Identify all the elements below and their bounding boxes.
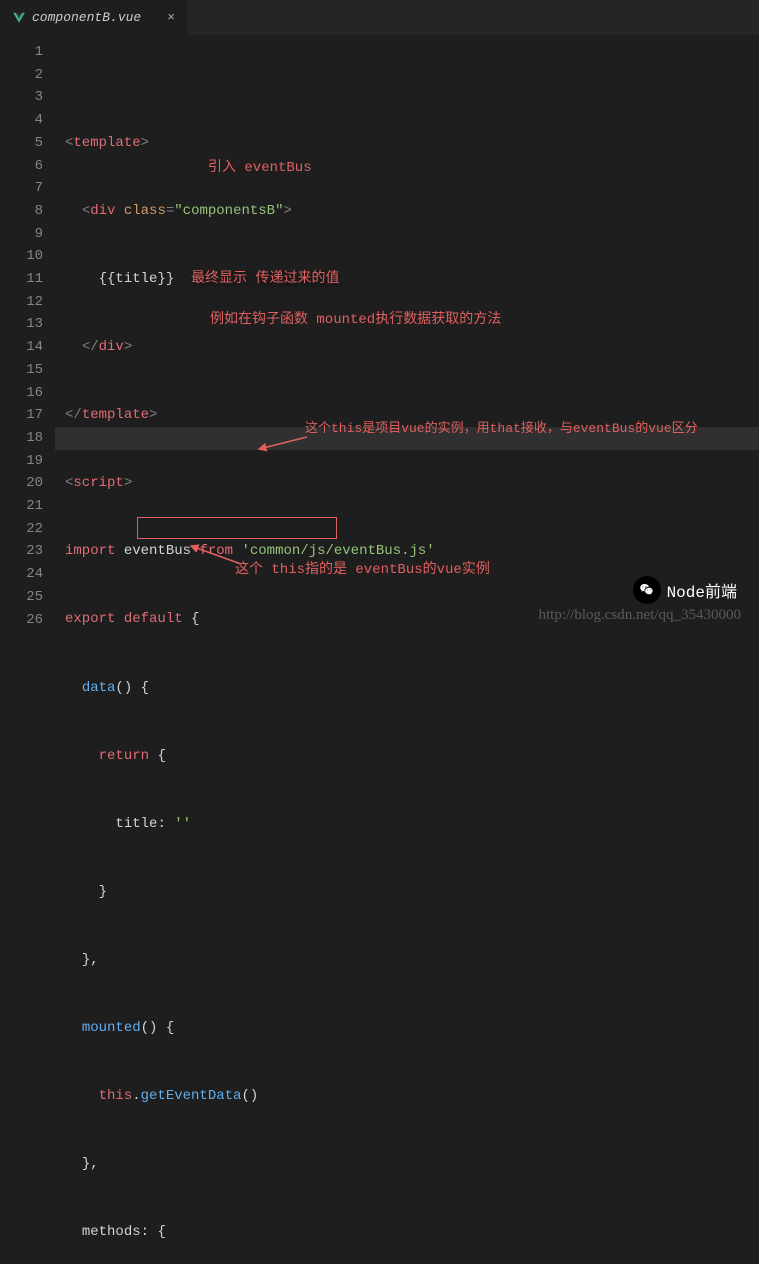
tab-bar: componentB.vue × (0, 0, 759, 35)
close-icon[interactable]: × (167, 10, 175, 25)
annotation-import-eventbus: 引入 eventBus (208, 157, 312, 180)
line-gutter: 1234567891011121314151617181920212223242… (0, 35, 55, 632)
code-content[interactable]: <template> <div class="componentsB"> {{t… (55, 35, 759, 632)
file-tab[interactable]: componentB.vue × (0, 0, 187, 35)
wechat-badge: Node前端 (633, 576, 737, 604)
badge-text: Node前端 (667, 578, 737, 602)
annotation-final-display: 最终显示 传递过来的值 (191, 271, 339, 287)
highlight-box-comment (137, 517, 337, 539)
annotation-mounted: 例如在钩子函数 mounted执行数据获取的方法 (210, 309, 501, 332)
wechat-icon (633, 576, 661, 604)
editor-area[interactable]: 1234567891011121314151617181920212223242… (0, 35, 759, 632)
vue-icon (12, 11, 26, 25)
tab-filename: componentB.vue (32, 10, 141, 25)
